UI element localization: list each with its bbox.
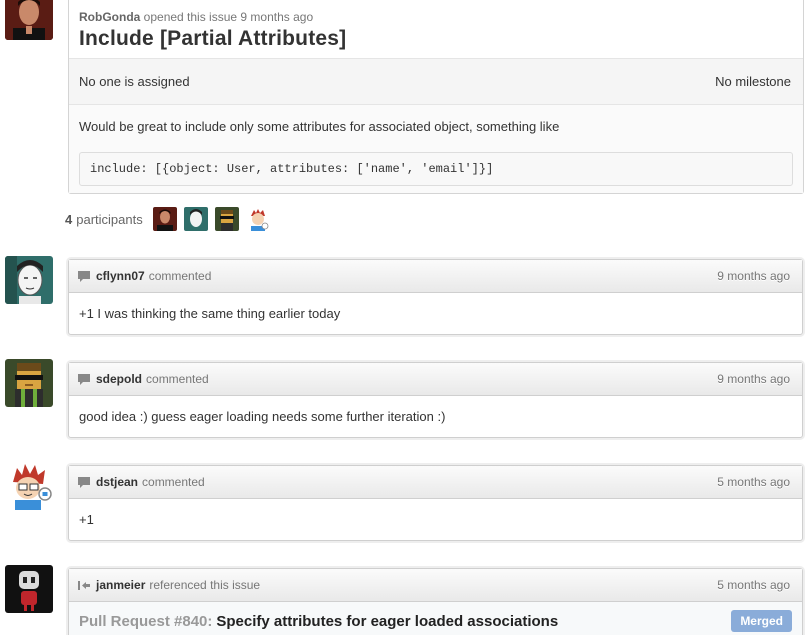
participants-bar: 4 participants bbox=[65, 206, 277, 232]
issue-box: RobGonda opened this issue 9 months ago … bbox=[68, 0, 804, 194]
issue-body-text: Would be great to include only some attr… bbox=[79, 119, 560, 134]
comment-author-link[interactable]: cflynn07 bbox=[96, 269, 145, 283]
reference-janmeier: janmeier referenced this issue 5 months … bbox=[68, 568, 803, 635]
reference-author-link[interactable]: janmeier bbox=[96, 578, 145, 592]
participants-count: 4 bbox=[65, 211, 73, 227]
comment-body: +1 I was thinking the same thing earlier… bbox=[79, 306, 341, 321]
issue-action: opened this issue bbox=[143, 10, 238, 24]
issue-time[interactable]: 9 months ago bbox=[240, 10, 313, 24]
comment-header: cflynn07 commented 9 months ago bbox=[69, 260, 802, 293]
comment-body: +1 bbox=[79, 512, 94, 527]
issue-header: RobGonda opened this issue 9 months ago … bbox=[69, 0, 803, 58]
participants-avatars bbox=[152, 207, 277, 231]
reference-action: referenced this issue bbox=[149, 578, 261, 592]
issue-author-link[interactable]: RobGonda bbox=[79, 10, 140, 24]
comment-icon bbox=[78, 373, 90, 385]
issue-body: Would be great to include only some attr… bbox=[69, 105, 803, 193]
comment-body: good idea :) guess eager loading needs s… bbox=[79, 409, 446, 424]
issue-info-bar: No one is assigned No milestone bbox=[69, 58, 803, 105]
issue-meta: RobGonda opened this issue 9 months ago bbox=[79, 10, 793, 24]
merged-status-badge: Merged bbox=[731, 610, 792, 632]
comment-author-link[interactable]: sdepold bbox=[96, 372, 142, 386]
avatar-sdepold[interactable] bbox=[5, 359, 53, 407]
reference-time[interactable]: 5 months ago bbox=[717, 578, 790, 592]
comment-icon bbox=[78, 270, 90, 282]
comment-action: commented bbox=[146, 372, 209, 386]
milestone-status: No milestone bbox=[715, 74, 791, 89]
comment-action: commented bbox=[142, 475, 205, 489]
comment-time[interactable]: 5 months ago bbox=[717, 475, 790, 489]
participants-label: participants bbox=[76, 211, 143, 227]
assignee-status: No one is assigned bbox=[79, 74, 190, 89]
avatar-dstjean[interactable] bbox=[5, 462, 53, 510]
participant-avatar-dstjean[interactable] bbox=[245, 207, 270, 231]
avatar-cflynn07[interactable] bbox=[5, 256, 53, 304]
pull-request-title[interactable]: Specify attributes for eager loaded asso… bbox=[216, 613, 558, 630]
comment-header: sdepold commented 9 months ago bbox=[69, 363, 802, 396]
avatar-janmeier[interactable] bbox=[5, 565, 53, 613]
comment-author-link[interactable]: dstjean bbox=[96, 475, 138, 489]
reference-arrow-icon bbox=[78, 580, 90, 590]
reference-body: Pull Request #840: Specify attributes fo… bbox=[69, 602, 802, 635]
comment-header: dstjean commented 5 months ago bbox=[69, 466, 802, 499]
comment-cflynn07: cflynn07 commented 9 months ago +1 I was… bbox=[68, 259, 803, 335]
comment-sdepold: sdepold commented 9 months ago good idea… bbox=[68, 362, 803, 438]
comment-time[interactable]: 9 months ago bbox=[717, 372, 790, 386]
participant-avatar-sdepold[interactable] bbox=[214, 207, 239, 231]
reference-header: janmeier referenced this issue 5 months … bbox=[69, 569, 802, 602]
comment-action: commented bbox=[148, 269, 212, 283]
participant-avatar-robgonda[interactable] bbox=[152, 207, 177, 231]
issue-code-block: include: [{object: User, attributes: ['n… bbox=[79, 152, 793, 186]
issue-title: Include [Partial Attributes] bbox=[79, 27, 347, 50]
comment-icon bbox=[78, 476, 90, 488]
avatar-robgonda[interactable] bbox=[5, 0, 53, 40]
comment-time[interactable]: 9 months ago bbox=[717, 269, 790, 283]
pull-request-number[interactable]: Pull Request #840: bbox=[79, 613, 212, 630]
comment-dstjean: dstjean commented 5 months ago +1 bbox=[68, 465, 803, 541]
participant-avatar-cflynn07[interactable] bbox=[183, 207, 208, 231]
